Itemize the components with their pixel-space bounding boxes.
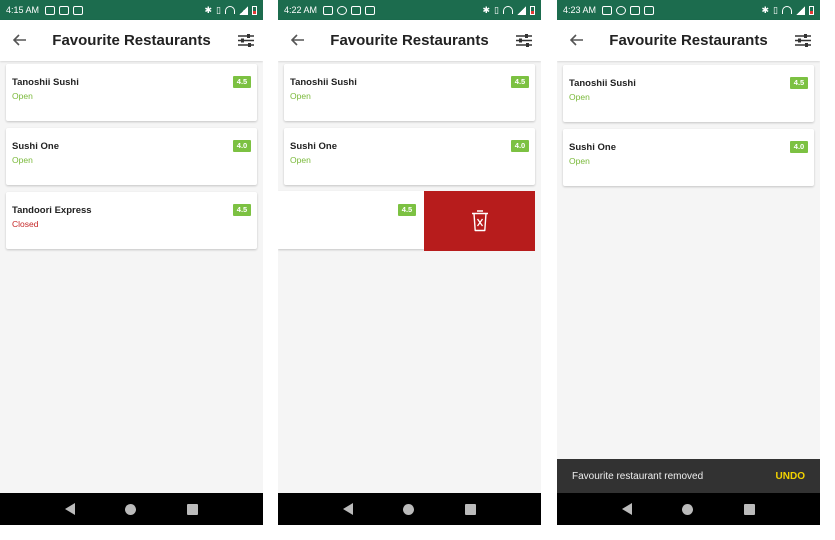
- restaurant-name: Tanoshii Sushi: [12, 77, 79, 88]
- delete-zone[interactable]: [424, 191, 535, 251]
- app-bar: Favourite Restaurants: [278, 20, 541, 61]
- system-nav-bar: [0, 493, 263, 525]
- restaurant-name: Sushi One: [569, 142, 616, 153]
- nav-back-icon[interactable]: [343, 503, 354, 515]
- notification-icon: [365, 5, 376, 15]
- vibrate-icon: ▯: [494, 4, 499, 15]
- nav-recents-icon[interactable]: [464, 503, 476, 515]
- status-bar: 4:23 AM ✱ ▯: [557, 0, 820, 20]
- restaurant-status: Open: [290, 155, 311, 165]
- rating-badge: 4.5: [233, 76, 251, 88]
- rating-badge: 4.0: [790, 141, 808, 153]
- status-time: 4:22 AM: [284, 5, 318, 15]
- signal-icon: [239, 5, 248, 15]
- restaurant-name: Tanoshii Sushi: [290, 77, 357, 88]
- rating-badge: 4.0: [233, 140, 251, 152]
- signal-icon: [796, 5, 805, 15]
- wifi-icon: [503, 6, 513, 14]
- system-nav-bar: [557, 493, 820, 525]
- restaurant-status: Open: [569, 156, 590, 166]
- rating-badge: 4.0: [511, 140, 529, 152]
- system-nav-bar: [278, 493, 541, 525]
- nav-recents-icon[interactable]: [186, 503, 198, 515]
- notification-icon: [351, 5, 362, 15]
- vibrate-icon: ▯: [773, 4, 778, 15]
- bluetooth-icon: ✱: [204, 4, 213, 15]
- bluetooth-icon: ✱: [482, 4, 491, 15]
- nav-home-icon[interactable]: [125, 503, 137, 515]
- rating-badge: 4.5: [398, 204, 416, 216]
- phone-screen-3: 4:23 AM ✱ ▯ Favourite Restaurants Tanosh…: [557, 0, 820, 525]
- swipe-to-delete-row[interactable]: 4.5: [278, 191, 541, 251]
- page-title: Favourite Restaurants: [52, 32, 211, 49]
- restaurant-status: Open: [290, 91, 311, 101]
- page-title: Favourite Restaurants: [330, 32, 489, 49]
- rating-badge: 4.5: [233, 204, 251, 216]
- battery-icon: [252, 5, 257, 15]
- signal-icon: [517, 5, 526, 15]
- restaurant-card[interactable]: Sushi One Open 4.0: [6, 128, 257, 185]
- wifi-icon: [225, 6, 235, 14]
- restaurant-card[interactable]: Sushi One Open 4.0: [563, 129, 814, 186]
- restaurant-card[interactable]: Sushi One Open 4.0: [284, 128, 535, 185]
- notification-icon: [45, 5, 56, 15]
- nav-back-icon[interactable]: [622, 503, 633, 515]
- back-arrow-icon[interactable]: [557, 30, 597, 51]
- notification-icon: [59, 5, 70, 15]
- snackbar-message: Favourite restaurant removed: [572, 470, 704, 482]
- filter-sliders-icon[interactable]: [786, 34, 820, 47]
- vibrate-icon: ▯: [216, 4, 221, 15]
- restaurant-status: Closed: [12, 219, 39, 229]
- nav-recents-icon[interactable]: [743, 503, 755, 515]
- restaurant-card[interactable]: Tanoshii Sushi Open 4.5: [284, 64, 535, 121]
- notification-icon: [630, 5, 641, 15]
- phone-screen-1: 4:15 AM ✱ ▯ Favourite Restaurants Tanosh…: [0, 0, 263, 525]
- whatsapp-icon: [337, 5, 348, 15]
- restaurant-card[interactable]: Tanoshii Sushi Open 4.5: [6, 64, 257, 121]
- app-bar: Favourite Restaurants: [0, 20, 263, 61]
- restaurant-status: Open: [569, 92, 590, 102]
- nav-home-icon[interactable]: [682, 503, 694, 515]
- battery-icon: [809, 5, 814, 15]
- restaurant-card[interactable]: Tandoori Express Closed 4.5: [6, 192, 257, 249]
- restaurant-card-swiping[interactable]: 4.5: [278, 191, 424, 249]
- filter-sliders-icon[interactable]: [507, 34, 541, 47]
- restaurant-name: Tanoshii Sushi: [569, 78, 636, 89]
- undo-button[interactable]: UNDO: [776, 471, 805, 482]
- notification-icon: [644, 5, 655, 15]
- status-time: 4:23 AM: [563, 5, 597, 15]
- notification-icon: [602, 5, 613, 15]
- snackbar: Favourite restaurant removed UNDO: [557, 459, 820, 493]
- nav-back-icon[interactable]: [65, 503, 76, 515]
- restaurant-name: Sushi One: [290, 141, 337, 152]
- nav-home-icon[interactable]: [403, 503, 415, 515]
- status-bar: 4:15 AM ✱ ▯: [0, 0, 263, 20]
- restaurant-status: Open: [12, 91, 33, 101]
- notification-icon: [73, 5, 84, 15]
- filter-sliders-icon[interactable]: [229, 34, 263, 47]
- page-title: Favourite Restaurants: [609, 32, 768, 49]
- status-bar: 4:22 AM ✱ ▯: [278, 0, 541, 20]
- trash-icon: [471, 210, 488, 232]
- wifi-icon: [782, 6, 792, 14]
- phone-screen-2: 4:22 AM ✱ ▯ Favourite Restaurants Tanosh…: [278, 0, 541, 525]
- restaurant-name: Sushi One: [12, 141, 59, 152]
- restaurant-card[interactable]: Tanoshii Sushi Open 4.5: [563, 65, 814, 122]
- rating-badge: 4.5: [790, 77, 808, 89]
- restaurant-status: Open: [12, 155, 33, 165]
- notification-icon: [323, 5, 334, 15]
- rating-badge: 4.5: [511, 76, 529, 88]
- bluetooth-icon: ✱: [761, 4, 770, 15]
- whatsapp-icon: [616, 5, 627, 15]
- back-arrow-icon[interactable]: [0, 30, 40, 51]
- status-time: 4:15 AM: [6, 5, 40, 15]
- restaurant-name: Tandoori Express: [12, 205, 92, 216]
- battery-icon: [530, 5, 535, 15]
- app-bar: Favourite Restaurants: [557, 20, 820, 61]
- back-arrow-icon[interactable]: [278, 30, 318, 51]
